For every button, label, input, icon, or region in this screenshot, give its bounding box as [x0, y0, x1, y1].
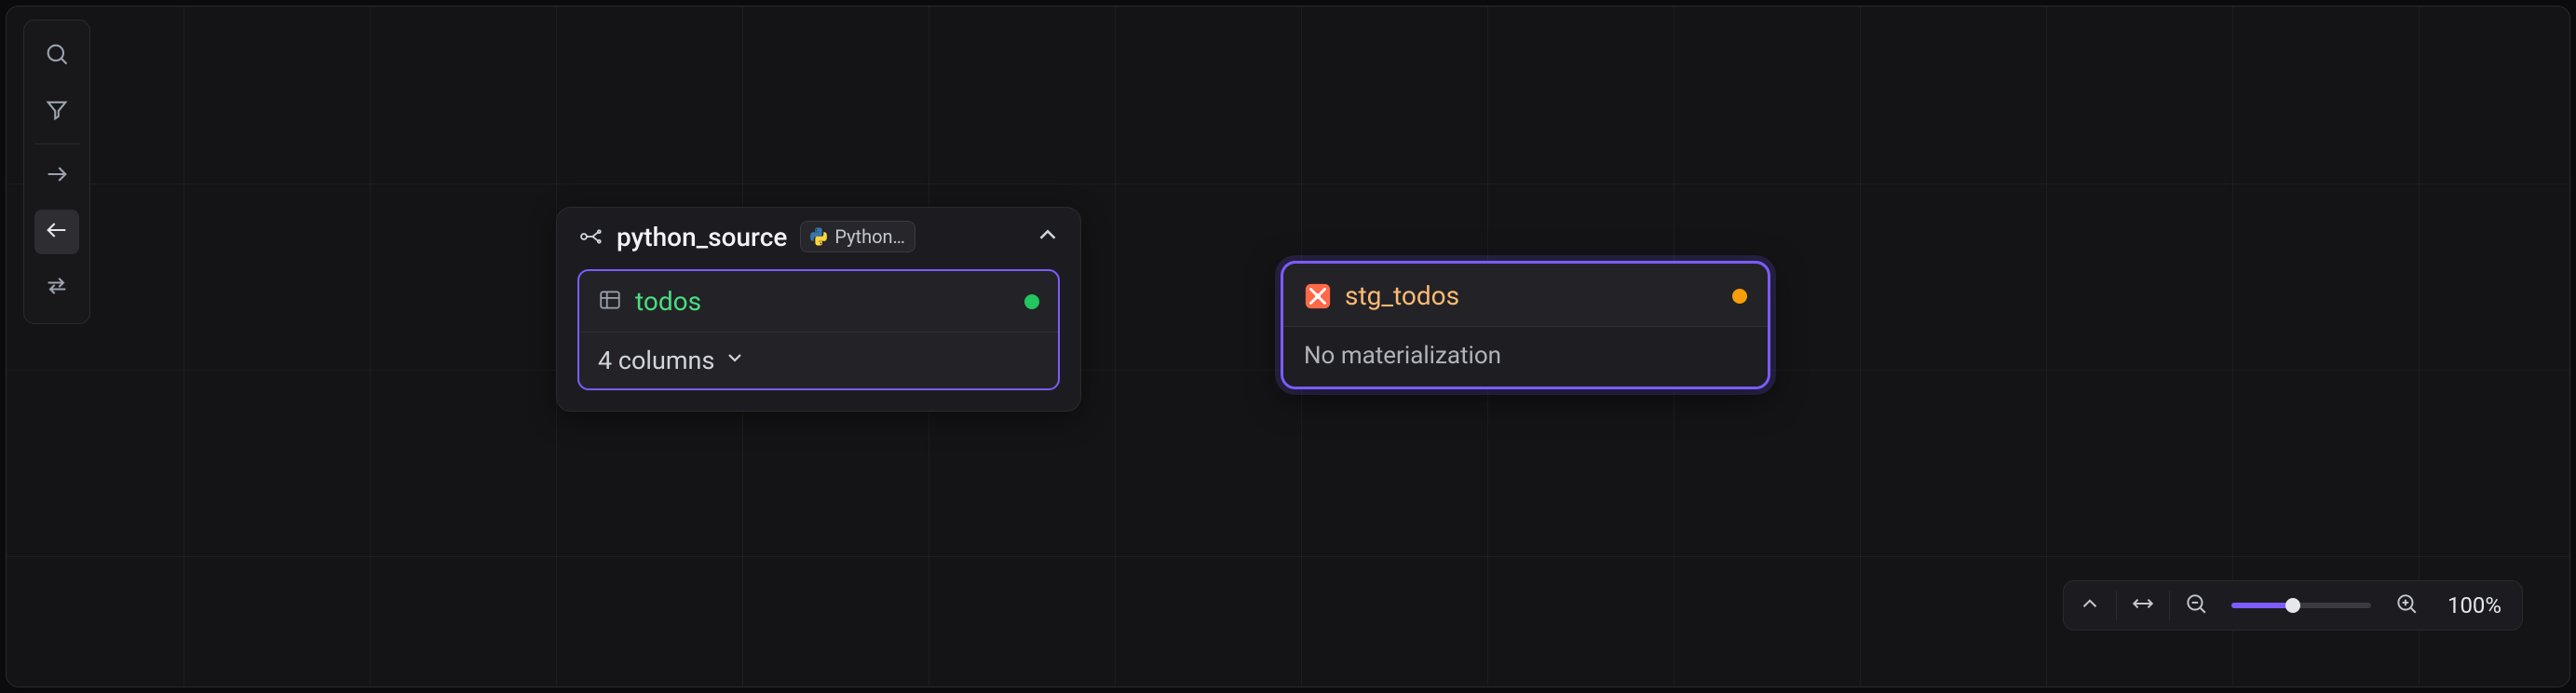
fit-width-icon: [2131, 591, 2155, 619]
search-button[interactable]: [34, 34, 79, 78]
status-dot-stale: [1732, 289, 1747, 304]
columns-count-label: 4 columns: [598, 346, 714, 375]
fit-width-button[interactable]: [2117, 581, 2169, 630]
zoom-out-button[interactable]: [2170, 581, 2222, 630]
arrow-left-icon: [44, 217, 70, 247]
swap-icon: [44, 273, 70, 303]
asset-card[interactable]: todos 4 columns: [577, 269, 1060, 390]
columns-expand[interactable]: 4 columns: [579, 333, 1058, 388]
status-dot-success: [1024, 294, 1039, 309]
collapse-all-button[interactable]: [2064, 581, 2116, 630]
filter-icon: [44, 97, 70, 127]
chevron-down-icon: [724, 346, 746, 375]
toolbar-divider: [34, 143, 80, 144]
source-icon: [577, 224, 603, 250]
filter-button[interactable]: [34, 89, 79, 134]
language-tag-label: Python…: [834, 225, 905, 248]
zoom-in-button[interactable]: [2380, 581, 2433, 630]
graph-viewport: python_source Python…: [6, 6, 2570, 687]
zoom-in-icon: [2394, 591, 2419, 619]
upstream-button[interactable]: [34, 210, 79, 254]
language-tag[interactable]: Python…: [800, 221, 915, 252]
source-group-title: python_source: [617, 222, 787, 252]
chevron-up-icon: [2078, 591, 2102, 619]
left-toolbar: [23, 20, 90, 324]
zoom-slider[interactable]: [2231, 603, 2371, 608]
model-node[interactable]: stg_todos No materialization: [1281, 261, 1770, 389]
model-name: stg_todos: [1345, 280, 1459, 311]
asset-header-row[interactable]: todos: [579, 271, 1058, 333]
zoom-slider-fill: [2231, 603, 2293, 608]
asset-name: todos: [635, 286, 701, 317]
dbt-icon: [1304, 282, 1332, 310]
python-icon: [808, 226, 829, 247]
zoom-controls: 100%: [2063, 580, 2523, 631]
search-icon: [44, 41, 70, 71]
downstream-button[interactable]: [34, 154, 79, 198]
source-group-node[interactable]: python_source Python…: [556, 207, 1081, 412]
arrow-right-icon: [44, 161, 70, 191]
zoom-slider-thumb[interactable]: [2285, 598, 2300, 613]
zoom-out-icon: [2184, 591, 2208, 619]
chevron-up-icon: [1034, 235, 1062, 252]
zoom-value: 100%: [2433, 592, 2522, 618]
bidirectional-button[interactable]: [34, 265, 79, 310]
collapse-toggle[interactable]: [1034, 221, 1062, 252]
model-subtitle: No materialization: [1283, 327, 1768, 387]
table-icon: [598, 288, 622, 316]
model-node-header[interactable]: stg_todos: [1283, 264, 1768, 327]
source-group-header[interactable]: python_source Python…: [557, 208, 1080, 264]
